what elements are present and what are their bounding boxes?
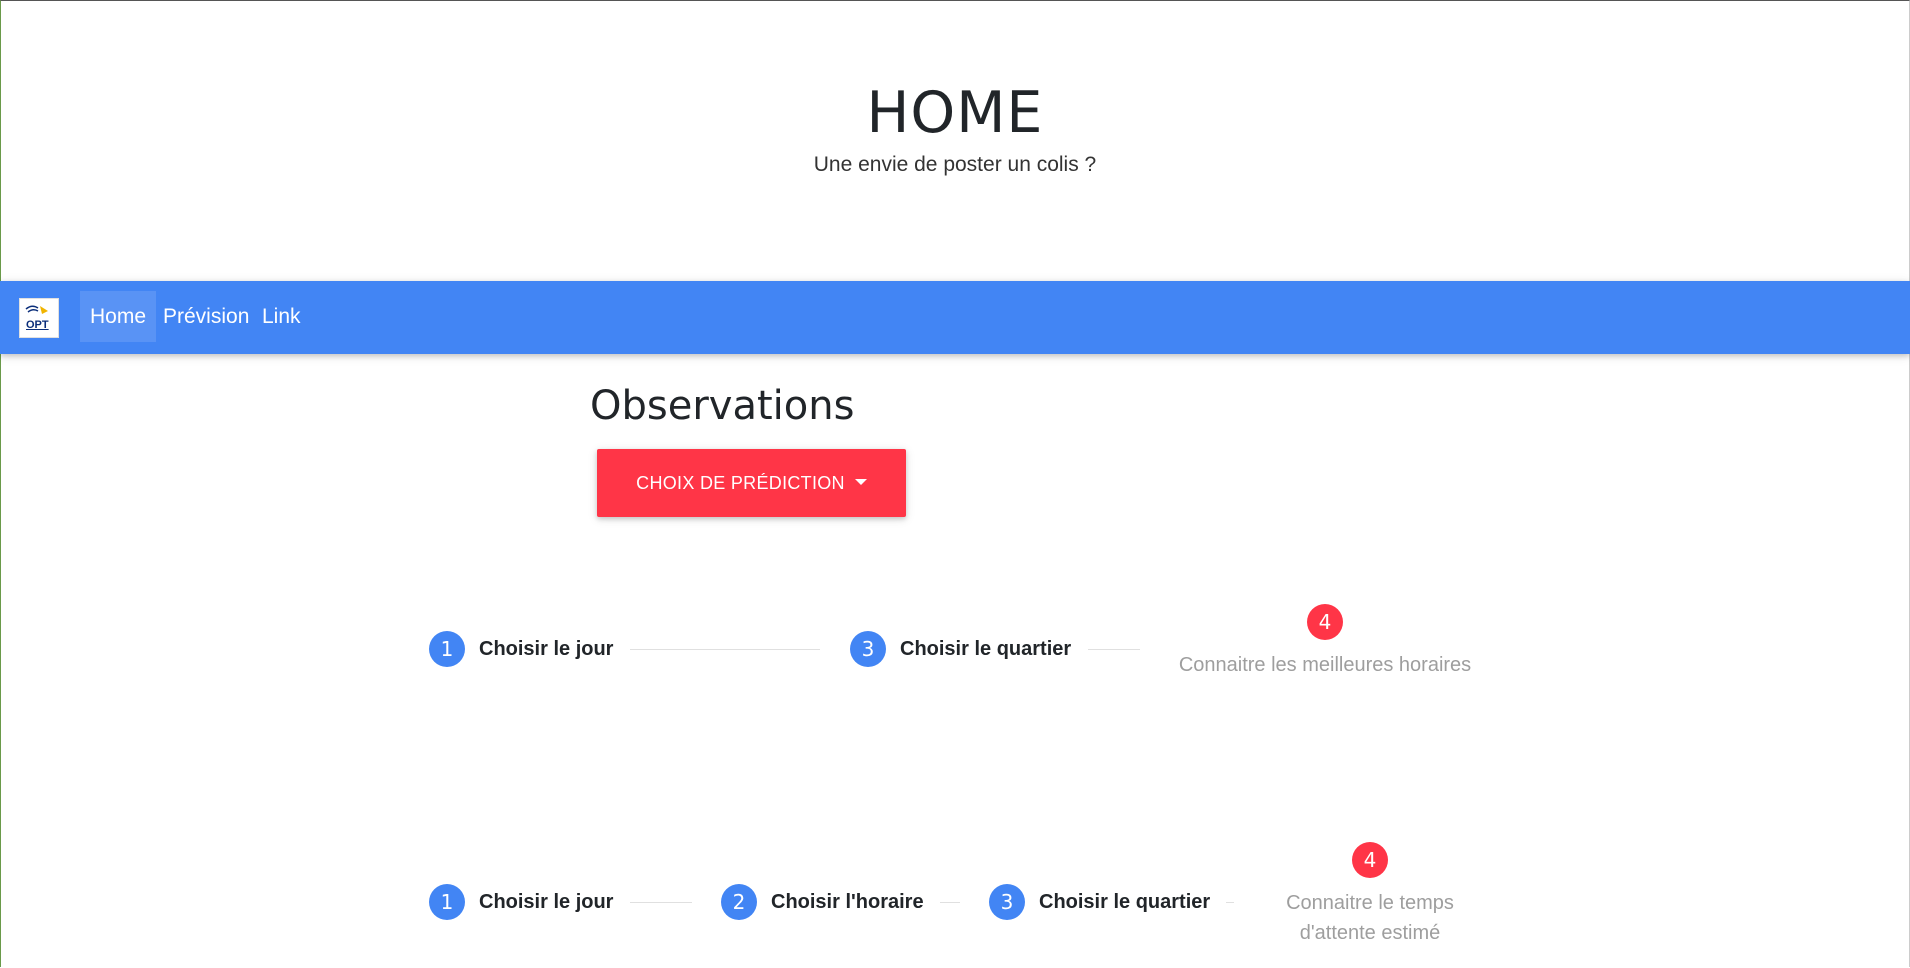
step-label: Connaitre le temps d'attente estimé xyxy=(1245,888,1495,948)
step-connector xyxy=(630,649,820,650)
step-label: Choisir le jour xyxy=(479,637,614,660)
step-number: 1 xyxy=(429,884,465,920)
step-label: Connaitre les meilleures horaires xyxy=(1178,654,1472,676)
step-connector xyxy=(940,902,960,903)
dropdown-label: CHOIX DE PRÉDICTION xyxy=(636,472,845,493)
step-label: Choisir le quartier xyxy=(900,637,1072,660)
step-number: 3 xyxy=(850,631,886,667)
step-label: Choisir l'horaire xyxy=(771,890,924,913)
stepper1-step-4[interactable]: 4 Connaitre les meilleures horaires xyxy=(1170,604,1480,680)
step-label-line: Connaitre le temps xyxy=(1286,892,1454,914)
nav-link[interactable]: Link xyxy=(252,291,311,342)
stepper1-step-1[interactable]: 1 Choisir le jour xyxy=(429,631,613,667)
stepper2-step-4[interactable]: 4 Connaitre le temps d'attente estimé xyxy=(1245,842,1495,948)
stepper2-step-1[interactable]: 1 Choisir le jour xyxy=(429,884,613,920)
nav-prevision[interactable]: Prévision xyxy=(153,291,259,342)
step-connector xyxy=(1088,649,1140,650)
stepper2-step-3[interactable]: 3 Choisir le quartier xyxy=(989,884,1210,920)
page-title: HOME xyxy=(866,80,1044,146)
page-subtitle: Une envie de poster un colis ? xyxy=(813,153,1097,176)
step-label: Choisir le jour xyxy=(479,890,614,913)
step-label-line: d'attente estimé xyxy=(1299,922,1441,944)
stepper1-step-3[interactable]: 3 Choisir le quartier xyxy=(850,631,1071,667)
nav-home[interactable]: Home xyxy=(80,291,157,342)
step-number: 3 xyxy=(989,884,1025,920)
navbar: OPT Home Prévision Link xyxy=(0,281,1910,354)
caret-down-icon xyxy=(854,479,867,485)
bird-logo-icon xyxy=(25,305,48,314)
step-number: 2 xyxy=(721,884,757,920)
logo-text: OPT xyxy=(26,319,49,331)
step-connector xyxy=(1226,902,1234,903)
stepper2-step-2[interactable]: 2 Choisir l'horaire xyxy=(721,884,924,920)
step-number: 1 xyxy=(429,631,465,667)
step-connector xyxy=(630,902,692,903)
section-title: Observations xyxy=(590,383,855,429)
step-number: 4 xyxy=(1307,604,1343,640)
brand-logo[interactable]: OPT xyxy=(19,298,59,338)
step-label: Choisir le quartier xyxy=(1039,890,1211,913)
page-header: HOME Une envie de poster un colis ? xyxy=(0,0,1910,281)
prediction-dropdown-button[interactable]: CHOIX DE PRÉDICTION xyxy=(597,449,906,517)
step-number: 4 xyxy=(1352,842,1388,878)
